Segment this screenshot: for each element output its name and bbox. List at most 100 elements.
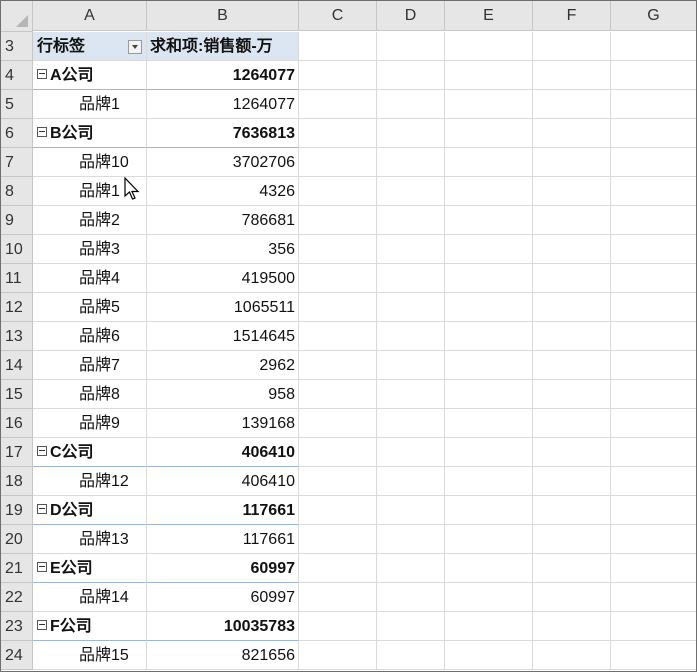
empty-cell[interactable] [445, 583, 533, 612]
column-header-b[interactable]: B [147, 1, 299, 31]
empty-cell[interactable] [611, 554, 696, 583]
empty-cell[interactable] [299, 409, 377, 438]
group-subtotal[interactable]: 10035783 [147, 612, 299, 641]
empty-cell[interactable] [299, 32, 377, 61]
empty-cell[interactable] [299, 525, 377, 554]
row-header[interactable]: 19 [1, 496, 33, 525]
pivot-item-label[interactable]: 品牌10 [33, 148, 147, 177]
collapse-minus-icon[interactable] [37, 561, 47, 572]
empty-cell[interactable] [299, 177, 377, 206]
row-header[interactable]: 7 [1, 148, 33, 177]
sales-value[interactable]: 406410 [147, 467, 299, 496]
empty-cell[interactable] [445, 438, 533, 467]
empty-cell[interactable] [377, 235, 445, 264]
empty-cell[interactable] [533, 322, 611, 351]
empty-cell[interactable] [533, 583, 611, 612]
pivot-item-label[interactable]: 品牌12 [33, 467, 147, 496]
column-header-d[interactable]: D [377, 1, 445, 31]
group-subtotal[interactable]: 117661 [147, 496, 299, 525]
sales-value[interactable]: 2962 [147, 351, 299, 380]
empty-cell[interactable] [445, 641, 533, 670]
empty-cell[interactable] [611, 177, 696, 206]
empty-cell[interactable] [445, 351, 533, 380]
empty-cell[interactable] [377, 409, 445, 438]
empty-cell[interactable] [377, 148, 445, 177]
empty-cell[interactable] [299, 235, 377, 264]
group-subtotal[interactable]: 60997 [147, 554, 299, 583]
empty-cell[interactable] [377, 641, 445, 670]
pivot-item-label[interactable]: 品牌7 [33, 351, 147, 380]
column-header-g[interactable]: G [611, 1, 696, 31]
pivot-group-label[interactable]: F公司 [33, 612, 147, 641]
collapse-minus-icon[interactable] [37, 503, 47, 514]
row-header[interactable]: 17 [1, 438, 33, 467]
pivot-group-label[interactable]: C公司 [33, 438, 147, 467]
empty-cell[interactable] [611, 380, 696, 409]
empty-cell[interactable] [377, 438, 445, 467]
empty-cell[interactable] [377, 264, 445, 293]
collapse-minus-icon[interactable] [37, 619, 47, 630]
group-subtotal[interactable]: 1264077 [147, 61, 299, 90]
collapse-minus-icon[interactable] [37, 126, 47, 137]
row-header[interactable]: 20 [1, 525, 33, 554]
empty-cell[interactable] [377, 119, 445, 148]
empty-cell[interactable] [611, 467, 696, 496]
sales-value[interactable]: 4326 [147, 177, 299, 206]
pivot-item-label[interactable]: 品牌6 [33, 322, 147, 351]
column-header-c[interactable]: C [299, 1, 377, 31]
pivot-group-label[interactable]: B公司 [33, 119, 147, 148]
empty-cell[interactable] [299, 148, 377, 177]
sales-value[interactable]: 1264077 [147, 90, 299, 119]
empty-cell[interactable] [445, 409, 533, 438]
row-header[interactable]: 3 [1, 32, 33, 61]
empty-cell[interactable] [377, 90, 445, 119]
empty-cell[interactable] [533, 119, 611, 148]
empty-cell[interactable] [533, 467, 611, 496]
collapse-minus-icon[interactable] [37, 68, 47, 79]
empty-cell[interactable] [299, 61, 377, 90]
empty-cell[interactable] [533, 264, 611, 293]
row-header[interactable]: 16 [1, 409, 33, 438]
empty-cell[interactable] [611, 525, 696, 554]
pivot-item-label[interactable]: 品牌5 [33, 293, 147, 322]
empty-cell[interactable] [299, 467, 377, 496]
empty-cell[interactable] [533, 409, 611, 438]
empty-cell[interactable] [533, 32, 611, 61]
sales-value[interactable]: 3702706 [147, 148, 299, 177]
empty-cell[interactable] [611, 61, 696, 90]
row-header[interactable]: 18 [1, 467, 33, 496]
empty-cell[interactable] [533, 438, 611, 467]
empty-cell[interactable] [299, 438, 377, 467]
empty-cell[interactable] [611, 119, 696, 148]
empty-cell[interactable] [299, 554, 377, 583]
group-subtotal[interactable]: 7636813 [147, 119, 299, 148]
sales-value[interactable]: 958 [147, 380, 299, 409]
column-header-a[interactable]: A [33, 1, 147, 31]
column-header-f[interactable]: F [533, 1, 611, 31]
empty-cell[interactable] [533, 351, 611, 380]
empty-cell[interactable] [377, 32, 445, 61]
empty-cell[interactable] [299, 322, 377, 351]
empty-cell[interactable] [533, 554, 611, 583]
empty-cell[interactable] [611, 32, 696, 61]
empty-cell[interactable] [377, 496, 445, 525]
empty-cell[interactable] [377, 612, 445, 641]
sales-value[interactable]: 139168 [147, 409, 299, 438]
empty-cell[interactable] [299, 496, 377, 525]
empty-cell[interactable] [445, 235, 533, 264]
empty-cell[interactable] [445, 612, 533, 641]
sales-value[interactable]: 356 [147, 235, 299, 264]
empty-cell[interactable] [611, 409, 696, 438]
empty-cell[interactable] [299, 583, 377, 612]
pivot-group-label[interactable]: E公司 [33, 554, 147, 583]
empty-cell[interactable] [445, 525, 533, 554]
collapse-minus-icon[interactable] [37, 445, 47, 456]
empty-cell[interactable] [445, 90, 533, 119]
empty-cell[interactable] [611, 148, 696, 177]
empty-cell[interactable] [377, 380, 445, 409]
sales-value[interactable]: 60997 [147, 583, 299, 612]
empty-cell[interactable] [611, 322, 696, 351]
sales-value[interactable]: 1514645 [147, 322, 299, 351]
empty-cell[interactable] [611, 583, 696, 612]
empty-cell[interactable] [377, 322, 445, 351]
